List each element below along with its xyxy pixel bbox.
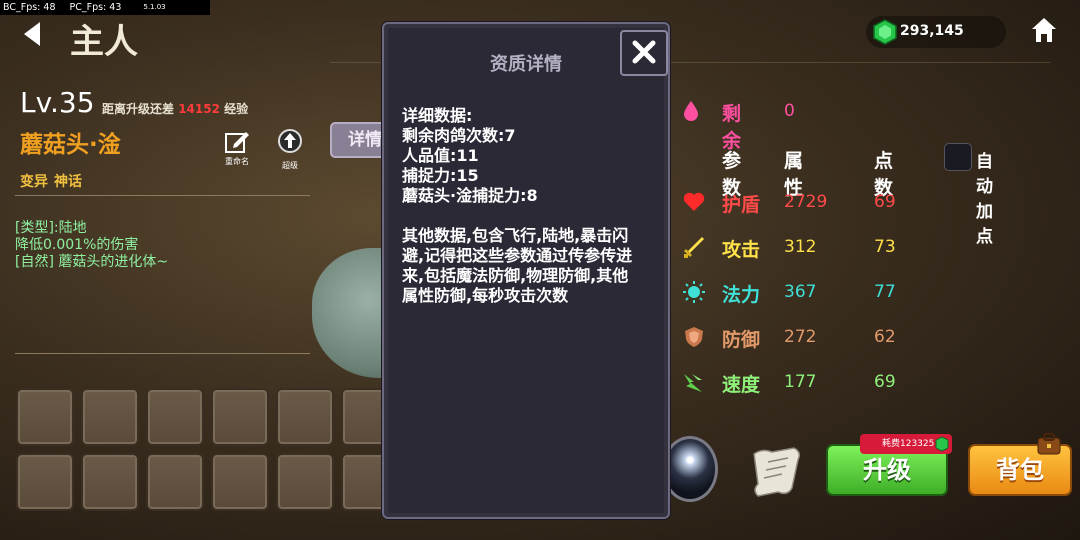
exp-prefix: 距离升级还差 (102, 102, 175, 116)
item-slot[interactable] (81, 453, 139, 511)
bag-icon (1037, 433, 1061, 455)
item-slot[interactable] (81, 388, 139, 446)
detail-paragraph: 其他数据,包含飞行,陆地,暴击闪 (402, 226, 629, 245)
upgrade-cost-badge: 耗费123325 (860, 434, 952, 454)
detail-line: 剩余肉鸽次数:7 (402, 126, 516, 145)
page-title: 主人 (70, 22, 138, 62)
home-icon (1032, 18, 1056, 42)
stat-name: 速度 (722, 374, 761, 396)
stat-row-shield: 护盾 2729 69 (678, 190, 1058, 220)
skill-button[interactable] (662, 436, 718, 502)
stat-row-attack: 攻击 312 73 (678, 235, 1058, 265)
stat-points: 73 (874, 237, 896, 257)
item-slot[interactable] (16, 388, 74, 446)
item-slot[interactable] (211, 388, 269, 446)
character-name: 蘑菇头·淦 (20, 132, 121, 158)
divider-top (15, 195, 310, 199)
remain-value: 0 (784, 101, 795, 121)
back-button[interactable] (20, 20, 44, 48)
sun-icon (683, 281, 705, 303)
detail-paragraph: 避,记得把这些参数通过传参传进 (402, 246, 633, 265)
stat-points: 62 (874, 327, 896, 347)
stat-name: 攻击 (722, 239, 761, 261)
detail-line: 人品值:11 (402, 146, 479, 165)
evolve-label: 超级 (282, 161, 298, 170)
desc-line: [类型]:陆地 (15, 220, 87, 236)
rename-button[interactable]: 重命名 (222, 130, 252, 167)
heart-icon (683, 192, 705, 211)
auto-assign-checkbox[interactable] (944, 143, 972, 171)
stat-row-magic: 法力 367 77 (678, 280, 1058, 310)
detail-tab[interactable]: 详情 (330, 122, 390, 158)
stat-name: 防御 (722, 329, 761, 351)
item-slot[interactable] (146, 388, 204, 446)
dialog-body: 详细数据: 剩余肉鸽次数:7 人品值:11 捕捉力:15 蘑菇头·淦捕捉力:8 … (402, 106, 662, 306)
mutation-row: 变异 神话 (20, 171, 82, 191)
close-icon (632, 40, 656, 64)
stat-points: 69 (874, 192, 896, 212)
mutation-label: 变异 (20, 174, 48, 190)
stat-name: 护盾 (722, 194, 761, 216)
detail-paragraph: 来,包括魔法防御,物理防御,其他 (402, 266, 629, 285)
scroll-icon[interactable] (748, 444, 806, 498)
stat-row-speed: 速度 177 69 (678, 370, 1058, 400)
stat-value: 367 (784, 282, 817, 302)
stat-points: 77 (874, 282, 896, 302)
stat-value: 312 (784, 237, 817, 257)
back-arrow-icon (24, 22, 40, 46)
close-button[interactable] (620, 30, 668, 76)
upgrade-cost: 耗费123325 (882, 439, 935, 449)
version: 5.1.03 (143, 3, 166, 11)
drop-icon (684, 101, 698, 121)
item-slot[interactable] (146, 453, 204, 511)
stat-name: 法力 (722, 284, 761, 306)
edit-icon (225, 132, 249, 153)
divider-bottom (15, 353, 310, 357)
desc-line: [自然] 蘑菇头的进化体~ (15, 254, 169, 270)
item-slot[interactable] (16, 453, 74, 511)
home-button[interactable] (1030, 16, 1058, 44)
exp-suffix: 经验 (224, 102, 249, 116)
shield-icon (685, 327, 703, 347)
exp-needed: 14152 (178, 102, 220, 116)
item-slot[interactable] (276, 388, 334, 446)
gem-counter: 293,145 (866, 16, 1006, 48)
gem-icon (935, 436, 949, 452)
desc-line: 降低0.001%的伤害 (15, 237, 139, 253)
exp-remaining: 距离升级还差 14152 经验 (102, 100, 248, 117)
level: Lv.35 (20, 86, 95, 119)
stat-points: 69 (874, 372, 896, 392)
remain-label: 剩余 (722, 103, 742, 152)
debug-fps-bar: BC_Fps: 48 PC_Fps: 43 5.1.03 (0, 0, 210, 15)
speed-icon (684, 374, 702, 392)
detail-line: 捕捉力:15 (402, 166, 479, 185)
stat-row-defense: 防御 272 62 (678, 325, 1058, 355)
bc-fps: BC_Fps: 48 (3, 2, 56, 13)
item-slot[interactable] (276, 453, 334, 511)
detail-line: 详细数据: (402, 106, 473, 125)
gem-count: 293,145 (900, 23, 964, 39)
item-slot[interactable] (211, 453, 269, 511)
detail-line: 蘑菇头·淦捕捉力:8 (402, 186, 538, 205)
pc-fps: PC_Fps: 43 (69, 2, 122, 13)
up-arrow-circle-icon (278, 129, 302, 153)
evolve-button[interactable]: 超级 (275, 128, 305, 171)
aptitude-dialog: 资质详情 详细数据: 剩余肉鸽次数:7 人品值:11 捕捉力:15 蘑菇头·淦捕… (382, 22, 670, 519)
stat-value: 2729 (784, 192, 828, 212)
gem-icon (873, 19, 897, 45)
character-description: [类型]:陆地 降低0.001%的伤害 [自然] 蘑菇头的进化体~ (15, 220, 168, 271)
stat-value: 272 (784, 327, 817, 347)
stat-value: 177 (784, 372, 817, 392)
rename-label: 重命名 (225, 157, 249, 166)
sword-icon (684, 237, 704, 258)
detail-paragraph: 属性防御,每秒攻击次数 (402, 286, 569, 305)
rarity-label: 神话 (54, 174, 82, 190)
